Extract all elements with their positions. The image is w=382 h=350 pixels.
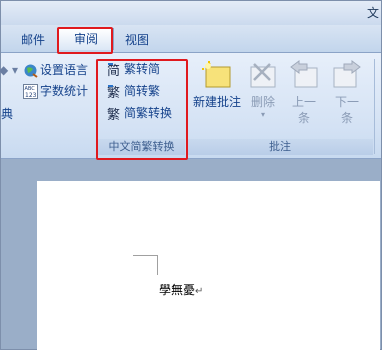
comments-group-label: 批注: [187, 139, 373, 155]
next-arrow-icon: [332, 60, 362, 90]
partial-dropdown-arrow[interactable]: ◆ ▾: [0, 61, 18, 79]
next-comment-label-line1: 下一: [334, 95, 359, 109]
new-comment-icon: [202, 60, 232, 90]
chevron-down-icon: ▾: [260, 110, 265, 119]
word-count-icon: ABC 123: [23, 84, 38, 99]
margin-crop-mark: [157, 255, 158, 275]
next-comment-label-line2: 条: [340, 111, 353, 125]
previous-comment-label-line2: 条: [297, 111, 310, 125]
word-count-button[interactable]: ABC 123 字数统计: [23, 82, 88, 100]
delete-comment-label: 删除: [250, 95, 275, 109]
new-comment-label: 新建批注: [192, 95, 241, 109]
new-comment-button[interactable]: 新建批注: [189, 60, 245, 110]
set-language-label: 设置语言: [40, 63, 89, 77]
next-comment-button[interactable]: 下一 条: [327, 60, 367, 126]
ribbon: ◆ ▾ 典 设置语言 ABC 123 字数统计 简 繁转简 繁 简转繁 繁 简繁…: [0, 53, 381, 159]
document-page[interactable]: [37, 181, 380, 350]
word-count-label: 字数统计: [40, 84, 89, 98]
delete-comment-button[interactable]: 删除 ▾: [246, 60, 280, 120]
window-title: 文: [366, 6, 379, 20]
title-bar: 文: [1, 1, 381, 25]
paragraph-mark: ↵: [195, 286, 204, 297]
chinese-conversion-highlight: [96, 59, 188, 160]
delete-comment-icon: [248, 60, 278, 90]
partial-dictionary-label[interactable]: 典: [1, 105, 13, 123]
globe-language-icon: [23, 63, 38, 78]
document-text-content: 學無憂: [159, 283, 196, 297]
document-text[interactable]: 學無憂↵: [159, 281, 203, 298]
group-separator: [374, 59, 375, 154]
review-tab-highlight: [57, 27, 113, 54]
tab-view[interactable]: 视图: [119, 31, 155, 50]
previous-arrow-icon: [289, 60, 319, 90]
set-language-button[interactable]: 设置语言: [23, 61, 88, 79]
tab-mailings[interactable]: 邮件: [15, 31, 51, 50]
previous-comment-label-line1: 上一: [291, 95, 316, 109]
previous-comment-button[interactable]: 上一 条: [284, 60, 324, 126]
svg-text:123: 123: [25, 92, 37, 99]
margin-crop-mark: [133, 255, 157, 256]
